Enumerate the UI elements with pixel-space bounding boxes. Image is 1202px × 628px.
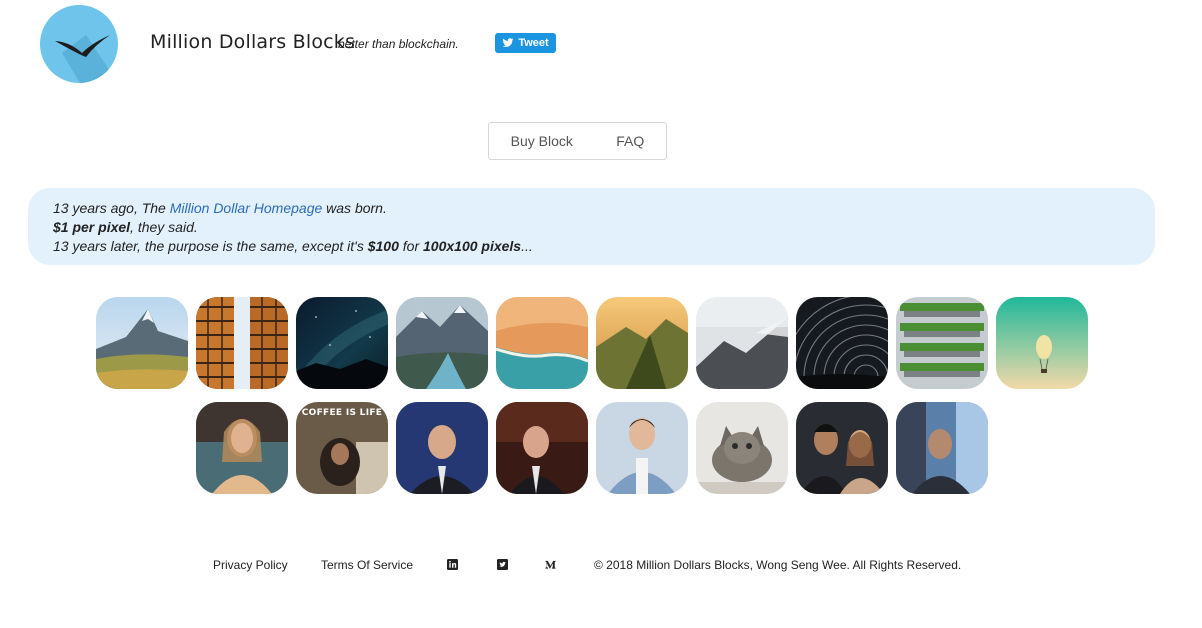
main-nav: Buy Block FAQ <box>488 122 667 160</box>
intro-text: was born. <box>322 200 387 216</box>
intro-text: , they said. <box>130 219 198 235</box>
tagline: better than blockchain. <box>338 37 459 51</box>
block-cat-gif[interactable] <box>696 402 788 494</box>
logo[interactable] <box>40 5 118 83</box>
intro-line-2: $1 per pixel, they said. <box>53 218 1155 237</box>
block-host-gif[interactable] <box>396 402 488 494</box>
block-mountain-peak[interactable] <box>96 297 188 389</box>
block-couple-gif[interactable] <box>796 402 888 494</box>
block-woman-gif[interactable] <box>196 402 288 494</box>
block-man-thumbs-up-gif[interactable] <box>596 402 688 494</box>
intro-text: for <box>398 238 424 254</box>
block-valley-river[interactable] <box>396 297 488 389</box>
block-star-trails[interactable] <box>796 297 888 389</box>
block-street-gif[interactable] <box>896 402 988 494</box>
block-green-building[interactable] <box>896 297 988 389</box>
linkedin-icon[interactable] <box>447 559 458 573</box>
block-beach-aerial[interactable] <box>496 297 588 389</box>
block-mountain-ridge[interactable] <box>596 297 688 389</box>
intro-text: 13 years ago, The <box>53 200 170 216</box>
tweet-button[interactable]: Tweet <box>495 33 556 53</box>
logo-bird-icon <box>55 35 118 83</box>
block-misty-mountain[interactable] <box>696 297 788 389</box>
intro-block-size: 100x100 pixels <box>423 238 522 254</box>
twitter-bird-icon <box>502 38 514 48</box>
nav-buy-block[interactable]: Buy Block <box>505 133 579 149</box>
intro-price-per-pixel: $1 per pixel <box>53 219 131 235</box>
intro-banner: 13 years ago, The Million Dollar Homepag… <box>28 188 1155 265</box>
block-glass-building[interactable] <box>196 297 288 389</box>
intro-line-1: 13 years ago, The Million Dollar Homepag… <box>53 199 1155 218</box>
tweet-label: Tweet <box>518 37 549 49</box>
block-night-sky[interactable] <box>296 297 388 389</box>
nav-faq[interactable]: FAQ <box>610 133 650 149</box>
coffee-caption: COFFEE IS LIFE <box>301 408 383 418</box>
terms-of-service-link[interactable]: Terms Of Service <box>321 558 413 572</box>
block-coffee-is-life-gif[interactable]: COFFEE IS LIFE <box>296 402 388 494</box>
block-shark-tank-gif[interactable] <box>496 402 588 494</box>
intro-text: 13 years later, the purpose is the same,… <box>53 238 368 254</box>
intro-text: ... <box>521 238 533 254</box>
page: Million Dollars Blocks better than block… <box>0 0 1202 628</box>
medium-icon[interactable] <box>545 559 556 573</box>
intro-block-price: $100 <box>367 238 399 254</box>
privacy-policy-link[interactable]: Privacy Policy <box>213 558 288 572</box>
twitter-icon[interactable] <box>497 559 508 573</box>
copyright-text: © 2018 Million Dollars Blocks, Wong Seng… <box>594 558 962 572</box>
footer: Privacy Policy Terms Of Service © 2018 M… <box>0 558 1202 574</box>
brand-title: Million Dollars Blocks <box>150 31 356 53</box>
intro-line-3: 13 years later, the purpose is the same,… <box>53 237 1155 256</box>
block-balloon[interactable] <box>996 297 1088 389</box>
million-dollar-homepage-link[interactable]: Million Dollar Homepage <box>170 200 323 216</box>
